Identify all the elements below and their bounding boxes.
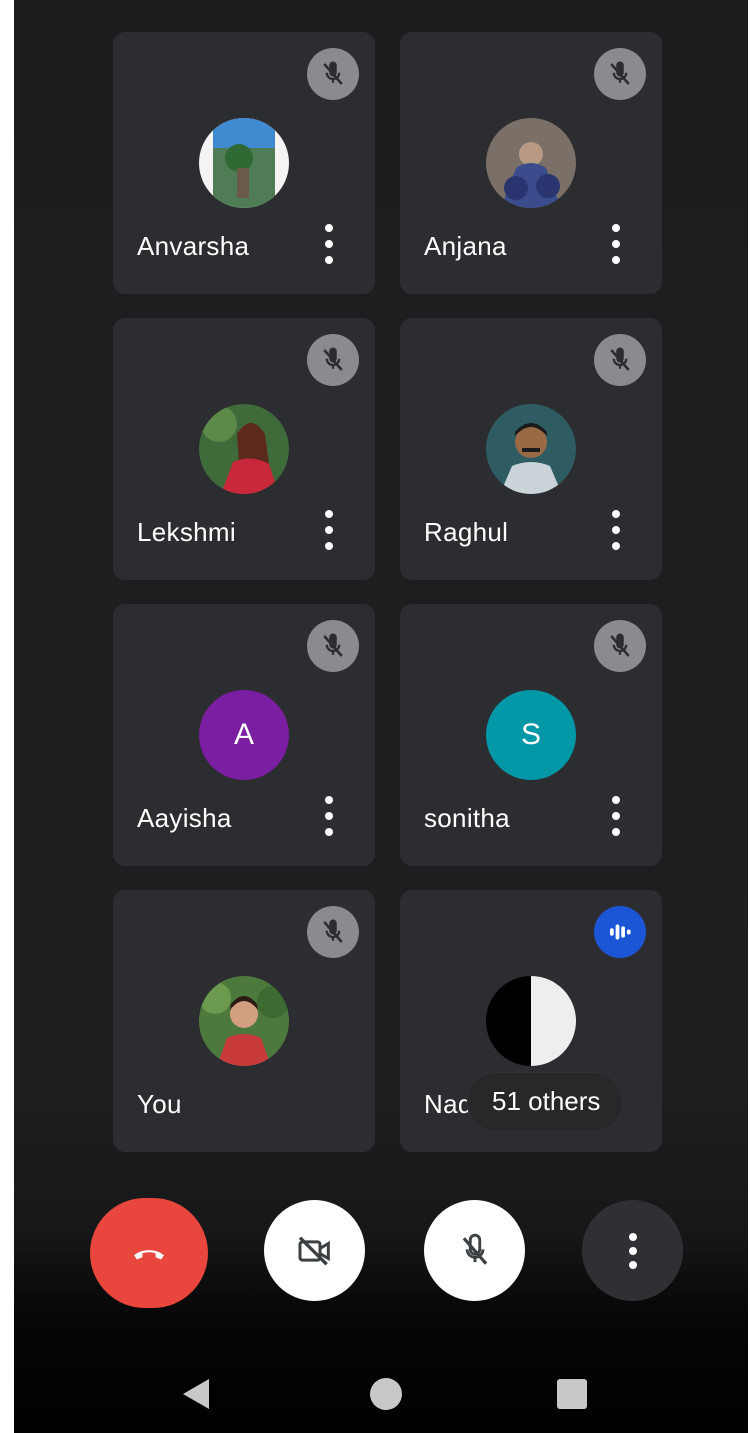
participant-name: Anjana xyxy=(424,231,507,261)
participant-name: sonitha xyxy=(424,803,510,833)
participant-name: Raghul xyxy=(424,517,509,547)
participant-avatar: S xyxy=(486,690,576,780)
mic-off-icon xyxy=(307,620,359,672)
participant-avatar xyxy=(199,118,289,208)
call-controls xyxy=(14,1198,748,1308)
participant-tile[interactable]: S sonitha xyxy=(400,604,662,866)
speaking-indicator-icon xyxy=(594,906,646,958)
avatar-initial: A xyxy=(233,718,254,751)
participant-name: Nad xyxy=(424,1089,473,1119)
participant-tile[interactable]: A Aayisha xyxy=(113,604,375,866)
participant-tile[interactable]: Nad 51 others xyxy=(400,890,662,1152)
system-nav-bar xyxy=(14,1355,748,1433)
camera-off-icon xyxy=(298,1235,330,1266)
back-icon[interactable] xyxy=(179,1377,213,1411)
home-icon[interactable] xyxy=(370,1378,402,1410)
more-vert-icon[interactable] xyxy=(606,796,626,836)
participant-tile[interactable]: Lekshmi xyxy=(113,318,375,580)
mic-off-icon xyxy=(307,906,359,958)
participant-tile[interactable]: Raghul xyxy=(400,318,662,580)
participant-tile[interactable]: You xyxy=(113,890,375,1152)
participant-name: Anvarsha xyxy=(137,231,250,261)
more-vert-icon[interactable] xyxy=(606,224,626,264)
participant-avatar xyxy=(199,976,289,1066)
phone-hangup-icon xyxy=(134,1250,164,1260)
mic-off-icon xyxy=(462,1233,487,1265)
participant-avatar xyxy=(486,976,576,1066)
meet-call-screen: Anvarsha Anjana Lekshmi Raghul A Aayisha… xyxy=(14,0,748,1433)
end-call-button[interactable] xyxy=(90,1198,208,1308)
participant-avatar xyxy=(199,404,289,494)
mic-off-icon xyxy=(307,48,359,100)
more-vert-icon[interactable] xyxy=(319,224,339,264)
more-vert-icon[interactable] xyxy=(606,510,626,550)
mic-off-icon xyxy=(594,48,646,100)
participant-avatar xyxy=(486,118,576,208)
participant-name: You xyxy=(137,1089,182,1119)
participant-name: Lekshmi xyxy=(137,517,236,547)
more-vert-icon[interactable] xyxy=(319,510,339,550)
mic-off-icon xyxy=(594,334,646,386)
others-count-chip[interactable]: 51 others xyxy=(468,1073,623,1131)
avatar-initial: S xyxy=(520,718,541,751)
participant-tile[interactable]: Anjana xyxy=(400,32,662,294)
mic-off-icon xyxy=(307,334,359,386)
participant-avatar xyxy=(486,404,576,494)
more-vert-icon xyxy=(628,1232,637,1269)
participant-avatar: A xyxy=(199,690,289,780)
mic-toggle-button[interactable] xyxy=(424,1200,525,1301)
recents-icon[interactable] xyxy=(557,1379,587,1409)
participant-grid: Anvarsha Anjana Lekshmi Raghul A Aayisha… xyxy=(113,32,662,1152)
more-vert-icon[interactable] xyxy=(319,796,339,836)
participant-tile[interactable]: Anvarsha xyxy=(113,32,375,294)
more-options-button[interactable] xyxy=(582,1200,683,1301)
camera-toggle-button[interactable] xyxy=(264,1200,365,1301)
mic-off-icon xyxy=(594,620,646,672)
participant-name: Aayisha xyxy=(137,803,232,833)
